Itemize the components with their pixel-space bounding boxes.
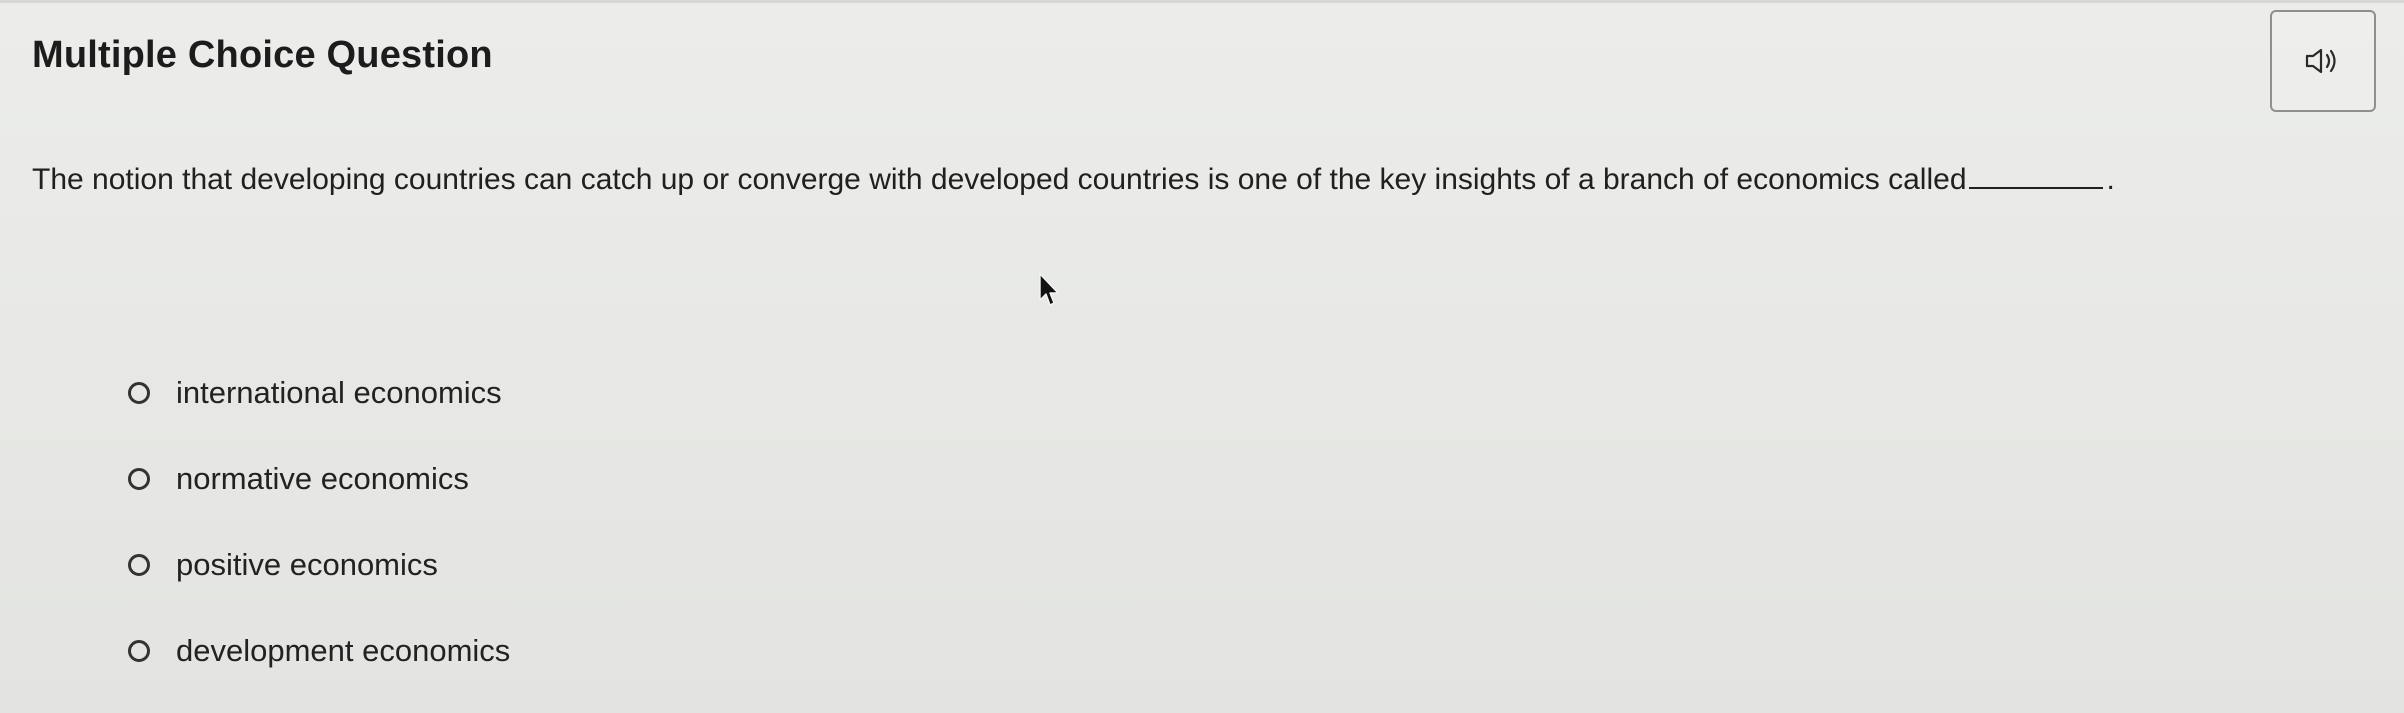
radio-button[interactable]: [128, 640, 150, 662]
choice-label: international economics: [176, 375, 502, 410]
choice-list: international economics normative econom…: [128, 368, 510, 712]
choice-international-economics[interactable]: international economics: [128, 368, 510, 418]
radio-button[interactable]: [128, 554, 150, 576]
top-divider: [0, 0, 2404, 3]
choice-label: positive economics: [176, 547, 438, 582]
choice-positive-economics[interactable]: positive economics: [128, 540, 510, 590]
question-period: .: [2106, 163, 2115, 196]
choice-label: normative economics: [176, 461, 469, 496]
mouse-cursor-icon: [1039, 273, 1059, 306]
question-text: The notion that developing countries can…: [32, 160, 2362, 200]
answer-blank: [1968, 186, 2103, 189]
page-title: Multiple Choice Question: [32, 34, 493, 76]
speaker-icon: [2305, 48, 2336, 74]
choice-label: development economics: [176, 633, 511, 668]
radio-button[interactable]: [128, 468, 150, 490]
choice-normative-economics[interactable]: normative economics: [128, 454, 510, 504]
choice-development-economics[interactable]: development economics: [128, 626, 510, 676]
radio-button[interactable]: [128, 382, 150, 404]
question-prompt: The notion that developing countries can…: [32, 163, 1967, 196]
read-aloud-button[interactable]: [2270, 10, 2376, 112]
